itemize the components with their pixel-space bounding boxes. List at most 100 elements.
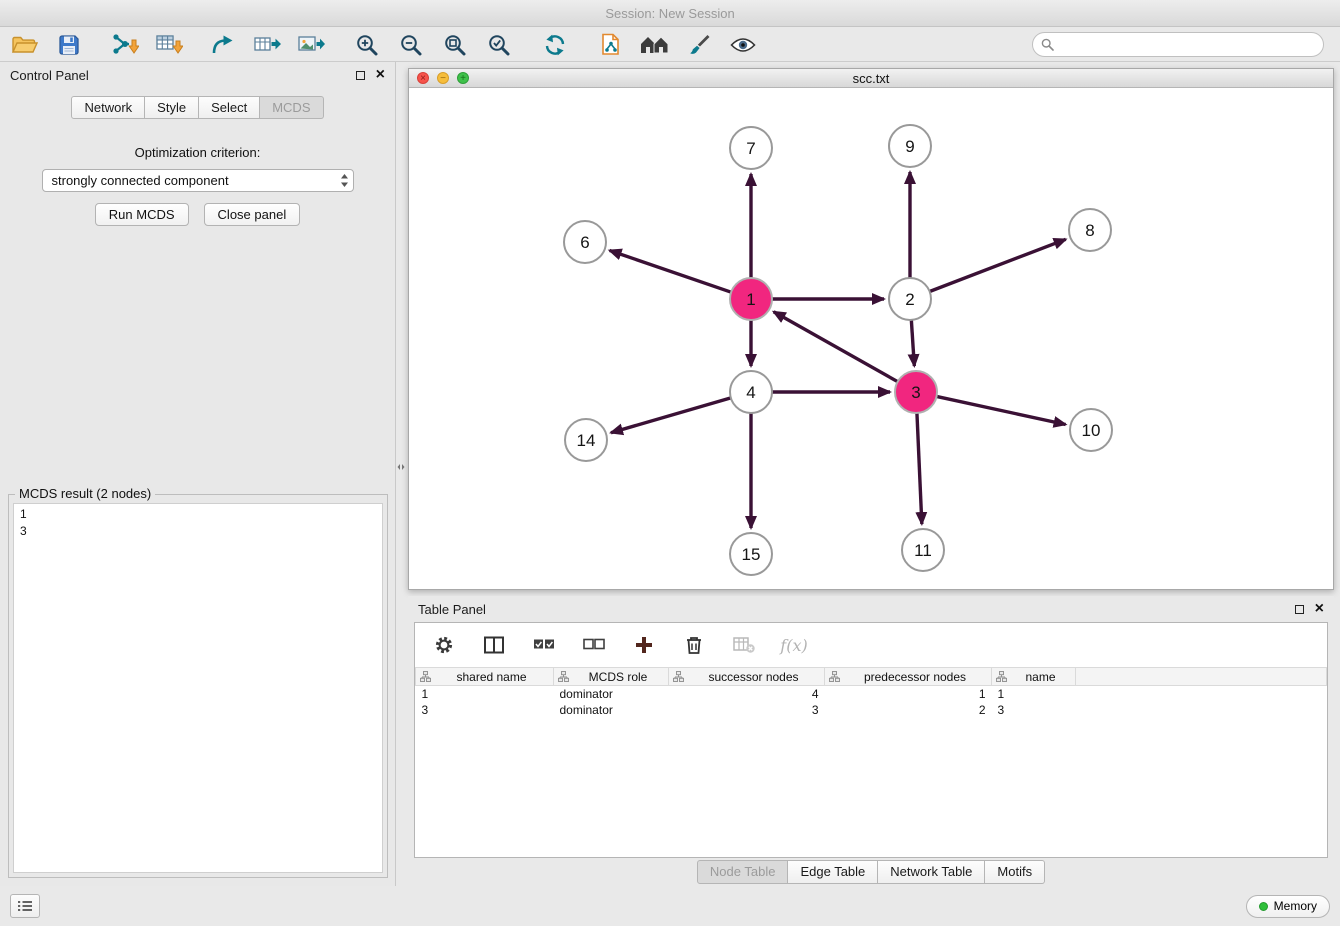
criterion-dropdown[interactable]: strongly connected component bbox=[42, 169, 354, 192]
close-window-icon[interactable]: × bbox=[417, 72, 429, 84]
graph-node-15[interactable]: 15 bbox=[730, 533, 772, 575]
column-header-shared-name[interactable]: shared name bbox=[416, 668, 554, 686]
graph-node-9[interactable]: 9 bbox=[889, 125, 931, 167]
column-type-icon bbox=[420, 671, 431, 682]
graph-node-10[interactable]: 10 bbox=[1070, 409, 1112, 451]
table-cell[interactable]: 4 bbox=[669, 686, 825, 702]
table-tab-edge-table[interactable]: Edge Table bbox=[788, 860, 878, 884]
export-table-icon[interactable] bbox=[252, 30, 282, 60]
column-header-predecessor-nodes[interactable]: predecessor nodes bbox=[825, 668, 992, 686]
tab-select[interactable]: Select bbox=[199, 96, 260, 119]
table-cell[interactable]: 3 bbox=[992, 702, 1076, 718]
create-new-column-icon[interactable] bbox=[629, 630, 659, 660]
zoom-selected-icon[interactable] bbox=[484, 30, 514, 60]
format-columns-icon[interactable] bbox=[479, 630, 509, 660]
float-table-panel-icon[interactable] bbox=[1295, 605, 1304, 614]
search-field[interactable] bbox=[1032, 32, 1324, 57]
graph-edge-3-11[interactable] bbox=[917, 413, 922, 524]
tab-mcds[interactable]: MCDS bbox=[260, 96, 323, 119]
delete-columns-icon[interactable] bbox=[679, 630, 709, 660]
apply-style-icon[interactable] bbox=[684, 30, 714, 60]
panel-splitter-handle[interactable] bbox=[395, 455, 407, 483]
graph-node-label: 15 bbox=[742, 545, 761, 564]
column-type-icon bbox=[996, 671, 1007, 682]
close-panel-icon[interactable]: × bbox=[376, 69, 385, 81]
graph-node-label: 7 bbox=[746, 139, 755, 158]
ui-settings-button[interactable] bbox=[10, 894, 40, 918]
table-row[interactable]: 3dominator323 bbox=[416, 702, 1327, 718]
table-panel-header: Table Panel × bbox=[408, 596, 1334, 622]
mcds-result-line: 1 bbox=[20, 506, 376, 523]
column-header-label: predecessor nodes bbox=[864, 670, 966, 684]
export-network-icon[interactable] bbox=[208, 30, 238, 60]
column-header-successor-nodes[interactable]: successor nodes bbox=[669, 668, 825, 686]
graph-node-6[interactable]: 6 bbox=[564, 221, 606, 263]
network-graph[interactable]: 7 9 6 8 1 2 4 3 14 10 15 11 bbox=[409, 88, 1333, 589]
select-all-columns-icon[interactable] bbox=[529, 630, 559, 660]
tab-network[interactable]: Network bbox=[71, 96, 145, 119]
table-cell[interactable]: dominator bbox=[554, 686, 669, 702]
run-mcds-button[interactable]: Run MCDS bbox=[95, 203, 189, 226]
show-graphics-details-icon[interactable] bbox=[728, 30, 758, 60]
table-cell[interactable]: 3 bbox=[416, 702, 554, 718]
table-cell-filler bbox=[1076, 686, 1327, 702]
new-network-from-selection-icon[interactable] bbox=[596, 30, 626, 60]
table-tab-node-table[interactable]: Node Table bbox=[697, 860, 789, 884]
refresh-view-icon[interactable] bbox=[540, 30, 570, 60]
graph-node-3[interactable]: 3 bbox=[895, 371, 937, 413]
column-header-name[interactable]: name bbox=[992, 668, 1076, 686]
graph-node-8[interactable]: 8 bbox=[1069, 209, 1111, 251]
import-network-icon[interactable] bbox=[110, 30, 140, 60]
column-header-filler bbox=[1076, 668, 1327, 686]
network-window-titlebar[interactable]: × − + scc.txt bbox=[409, 69, 1333, 88]
table-cell-filler bbox=[1076, 702, 1327, 718]
minimize-window-icon[interactable]: − bbox=[437, 72, 449, 84]
open-session-icon[interactable] bbox=[10, 30, 40, 60]
graph-node-2[interactable]: 2 bbox=[889, 278, 931, 320]
unselect-all-columns-icon[interactable] bbox=[579, 630, 609, 660]
table-cell[interactable]: 3 bbox=[669, 702, 825, 718]
graph-edge-3-10[interactable] bbox=[937, 396, 1066, 424]
column-type-icon bbox=[829, 671, 840, 682]
graph-node-label: 4 bbox=[746, 383, 755, 402]
tab-style[interactable]: Style bbox=[145, 96, 199, 119]
close-table-panel-icon[interactable]: × bbox=[1315, 603, 1324, 615]
home-icon[interactable] bbox=[640, 30, 670, 60]
save-session-icon[interactable] bbox=[54, 30, 84, 60]
mcds-result-list[interactable]: 13 bbox=[13, 503, 383, 873]
graph-edge-2-3[interactable] bbox=[911, 320, 914, 366]
graph-node-14[interactable]: 14 bbox=[565, 419, 607, 461]
table-tab-motifs[interactable]: Motifs bbox=[985, 860, 1045, 884]
graph-node-11[interactable]: 11 bbox=[902, 529, 944, 571]
zoom-in-icon[interactable] bbox=[352, 30, 382, 60]
float-panel-icon[interactable] bbox=[356, 71, 365, 80]
table-row[interactable]: 1dominator411 bbox=[416, 686, 1327, 702]
close-panel-button[interactable]: Close panel bbox=[204, 203, 301, 226]
zoom-window-icon[interactable]: + bbox=[457, 72, 469, 84]
table-cell[interactable]: 1 bbox=[992, 686, 1076, 702]
table-cell[interactable]: 2 bbox=[825, 702, 992, 718]
memory-button[interactable]: Memory bbox=[1246, 895, 1330, 918]
search-input[interactable] bbox=[1059, 37, 1315, 52]
table-cell[interactable]: dominator bbox=[554, 702, 669, 718]
table-tab-network-table[interactable]: Network Table bbox=[878, 860, 985, 884]
control-panel-tabs: NetworkStyleSelectMCDS bbox=[0, 96, 395, 119]
graph-edge-4-14[interactable] bbox=[611, 398, 731, 433]
graph-edge-2-8[interactable] bbox=[930, 239, 1066, 291]
zoom-out-icon[interactable] bbox=[396, 30, 426, 60]
table-cell[interactable]: 1 bbox=[416, 686, 554, 702]
table-mode-icon[interactable] bbox=[429, 630, 459, 660]
column-header-MCDS-role[interactable]: MCDS role bbox=[554, 668, 669, 686]
table-cell[interactable]: 1 bbox=[825, 686, 992, 702]
graph-node-7[interactable]: 7 bbox=[730, 127, 772, 169]
graph-edge-1-6[interactable] bbox=[610, 250, 732, 292]
function-builder-icon[interactable]: f(x) bbox=[779, 630, 809, 660]
zoom-fit-icon[interactable] bbox=[440, 30, 470, 60]
graph-node-4[interactable]: 4 bbox=[730, 371, 772, 413]
export-image-icon[interactable] bbox=[296, 30, 326, 60]
delete-table-icon[interactable] bbox=[729, 630, 759, 660]
graph-node-1[interactable]: 1 bbox=[730, 278, 772, 320]
graph-node-label: 1 bbox=[746, 290, 755, 309]
graph-edge-3-1[interactable] bbox=[774, 312, 898, 382]
import-table-icon[interactable] bbox=[154, 30, 184, 60]
